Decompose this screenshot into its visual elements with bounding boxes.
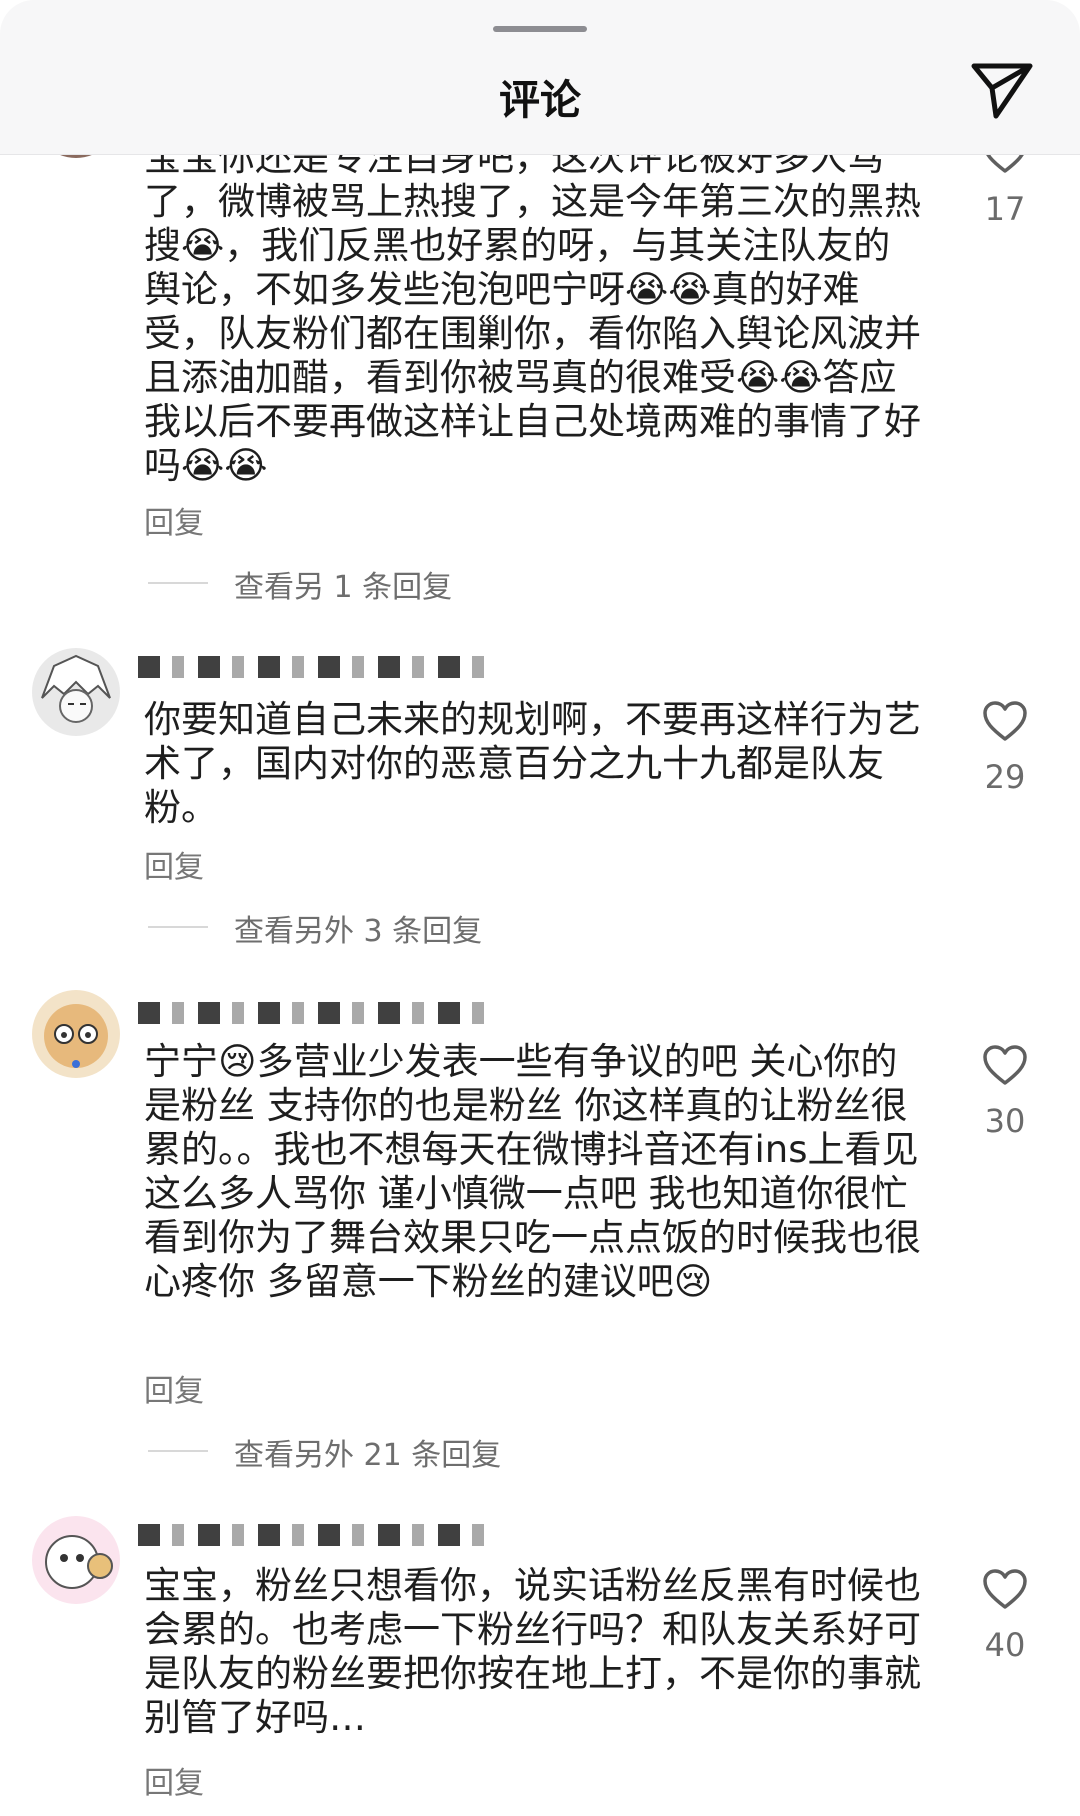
comment-text: 你要知道自己未来的规划啊，不要再这样行为艺术了，国内对你的恶意百分之九十九都是队… [144, 698, 921, 829]
reply-button[interactable]: 回复 [144, 842, 204, 886]
username-redacted [138, 1002, 498, 1024]
reply-button[interactable]: 回复 [144, 1758, 204, 1802]
comments-sheet-header: 评论 [0, 0, 1080, 155]
avatar[interactable] [32, 648, 120, 736]
avatar-illustration-icon [32, 1516, 120, 1604]
avatar-illustration-icon [32, 990, 120, 1078]
avatar[interactable] [32, 1516, 120, 1604]
reply-button[interactable]: 回复 [144, 1366, 204, 1410]
username-redacted [138, 656, 498, 678]
comment-list[interactable]: 宝宝你还是专注自身吧，这次评论被好多人骂了，微博被骂上热搜了，这是今年第三次的黑… [0, 0, 1080, 1816]
divider-line [148, 926, 208, 928]
drag-handle[interactable] [493, 26, 587, 32]
comment-text: 宁宁😢多营业少发表一些有争议的吧 关心你的是粉丝 支持你的也是粉丝 你这样真的让… [144, 1040, 921, 1303]
divider-line [148, 1450, 208, 1452]
username-redacted [138, 1524, 498, 1546]
paper-plane-icon [971, 63, 1033, 119]
like-button[interactable]: 30 [976, 1044, 1034, 1140]
page-title: 评论 [499, 76, 581, 124]
share-button[interactable] [968, 58, 1036, 122]
like-button[interactable]: 40 [976, 1568, 1034, 1664]
like-count: 29 [984, 758, 1026, 796]
like-count: 30 [984, 1102, 1026, 1140]
comment-text: 宝宝，粉丝只想看你，说实话粉丝反黑有时候也会累的。也考虑一下粉丝行吗？和队友关系… [144, 1564, 921, 1739]
like-button[interactable]: 29 [976, 700, 1034, 796]
heart-icon [983, 701, 1027, 741]
divider-line [148, 582, 208, 584]
reply-button[interactable]: 回复 [144, 498, 204, 542]
avatar[interactable] [32, 990, 120, 1078]
like-count: 17 [984, 190, 1026, 228]
comment-text: 宝宝你还是专注自身吧，这次评论被好多人骂了，微博被骂上热搜了，这是今年第三次的黑… [144, 136, 921, 487]
like-count: 40 [984, 1626, 1026, 1664]
avatar-illustration-icon [32, 648, 120, 736]
heart-icon [983, 1045, 1027, 1085]
heart-icon [983, 1569, 1027, 1609]
